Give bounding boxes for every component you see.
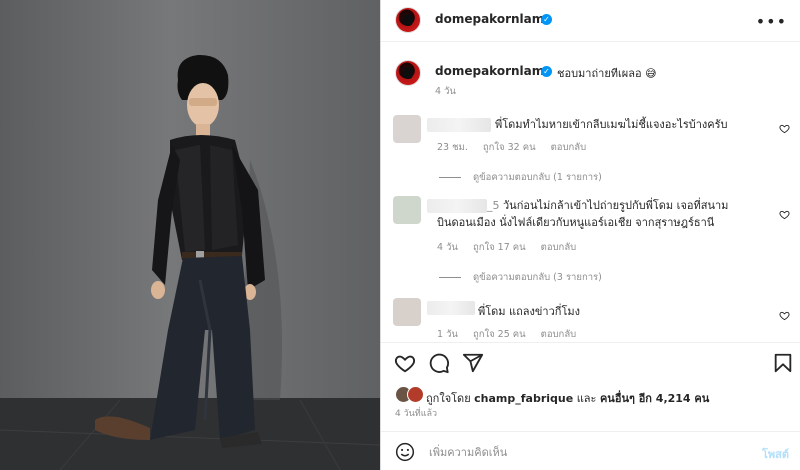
replies-divider — [439, 177, 461, 178]
person-photo-illustration — [0, 0, 380, 470]
comment-text-line2: บินดอนเมือง นั่งไฟล์เดียวกับหนูแอร์เอเชี… — [437, 216, 715, 229]
commenter-avatar[interactable] — [393, 298, 421, 326]
comment-meta: 1 วัน ถูกใจ 25 คน ตอบกลับ — [437, 327, 588, 342]
view-replies-button[interactable]: ดูข้อความตอบกลับ (3 รายการ) — [439, 270, 602, 285]
more-options-icon[interactable]: ••• — [756, 12, 787, 31]
post-comment-button[interactable]: โพสต์ — [762, 445, 789, 463]
verified-badge-icon: ✓ — [541, 14, 552, 25]
commenter-username-blurred — [427, 301, 475, 315]
post-timestamp[interactable]: 4 วันที่แล้ว — [395, 406, 437, 420]
replies-divider — [439, 277, 461, 278]
share-icon[interactable] — [462, 352, 484, 374]
caption-time: 4 วัน — [435, 86, 456, 97]
post-photo[interactable] — [0, 0, 380, 470]
comment-likes[interactable]: ถูกใจ 17 คน — [473, 242, 526, 253]
comment-reply-button[interactable]: ตอบกลับ — [551, 142, 587, 153]
commenter-username-blurred — [427, 118, 491, 132]
caption-author-avatar[interactable] — [395, 60, 421, 86]
author-avatar[interactable] — [395, 7, 421, 33]
comment-heart-icon[interactable] — [779, 310, 790, 321]
comment-meta: 4 วัน ถูกใจ 17 คน ตอบกลับ — [437, 240, 588, 255]
likes-middle: และ — [576, 392, 597, 405]
bookmark-icon[interactable] — [772, 352, 794, 374]
view-replies-button[interactable]: ดูข้อความตอบกลับ (1 รายการ) — [439, 170, 602, 185]
liker-avatar[interactable] — [407, 386, 424, 403]
likes-others[interactable]: คนอื่นๆ อีก 4,214 คน — [600, 392, 709, 405]
verified-badge-icon: ✓ — [541, 66, 552, 77]
comment-reply-button[interactable]: ตอบกลับ — [541, 242, 577, 253]
view-replies-label: ดูข้อความตอบกลับ (3 รายการ) — [473, 272, 602, 283]
comment-meta: 23 ชม. ถูกใจ 32 คน ตอบกลับ — [437, 140, 598, 155]
caption-text: ชอบมาถ่ายทีเผลอ 😅 — [557, 67, 657, 80]
comment-icon[interactable] — [428, 352, 450, 374]
comment-reply-button[interactable]: ตอบกลับ — [541, 329, 577, 340]
comment-text: พี่โดม แถลงข่าวกี่โมง — [478, 305, 580, 318]
view-replies-label: ดูข้อความตอบกลับ (1 รายการ) — [473, 172, 602, 183]
comment-time: 1 วัน — [437, 329, 458, 340]
commenter-avatar[interactable] — [393, 196, 421, 224]
comment-likes[interactable]: ถูกใจ 32 คน — [483, 142, 536, 153]
comment-username-suffix: _5 — [487, 199, 500, 212]
add-comment-bar: โพสต์ — [381, 431, 800, 470]
heart-icon[interactable] — [394, 352, 416, 374]
emoji-icon[interactable] — [395, 442, 415, 462]
comment-text-line1: วันก่อนไม่กล้าเข้าไปถ่ายรูปกับพี่โดม เจอ… — [503, 199, 729, 212]
add-comment-input[interactable] — [429, 441, 729, 463]
likes-summary[interactable]: ถูกใจโดย champ_fabrique และ คนอื่นๆ อีก … — [426, 389, 709, 407]
comment-time: 4 วัน — [437, 242, 458, 253]
comment-heart-icon[interactable] — [779, 123, 790, 134]
author-username[interactable]: domepakornlam — [435, 12, 544, 26]
likes-user[interactable]: champ_fabrique — [474, 392, 573, 405]
likes-prefix: ถูกใจโดย — [426, 392, 471, 405]
comment-time: 23 ชม. — [437, 142, 468, 153]
caption-username[interactable]: domepakornlam — [435, 64, 544, 78]
post-detail-panel: domepakornlam ✓ ••• domepakornlam ✓ ชอบม… — [380, 0, 800, 470]
comment-text: พี่โดมทำไมหายเข้ากลีบเมฆไม่ชี้แจงอะไรบ้า… — [495, 118, 728, 131]
comment-likes[interactable]: ถูกใจ 25 คน — [473, 329, 526, 340]
post-header: domepakornlam ✓ ••• — [381, 0, 800, 42]
commenter-avatar[interactable] — [393, 115, 421, 143]
commenter-username-blurred — [427, 199, 487, 213]
comment-heart-icon[interactable] — [779, 209, 790, 220]
